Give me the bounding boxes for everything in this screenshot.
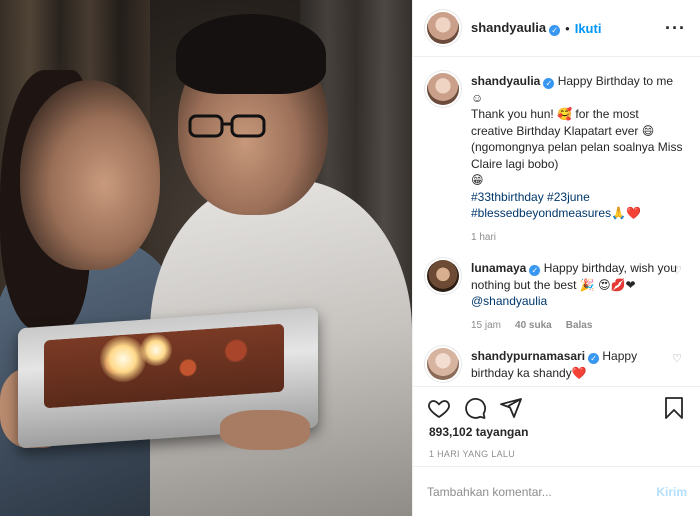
verified-badge-icon: ✓: [549, 25, 561, 36]
caption-line1: Happy Birthday to me: [557, 74, 674, 88]
separator-dot: •: [565, 20, 570, 36]
caption-meta: 1 hari: [471, 230, 683, 247]
avatar[interactable]: [427, 348, 459, 380]
avatar[interactable]: [427, 260, 459, 292]
avatar[interactable]: [427, 12, 459, 44]
caption-username[interactable]: shandyaulia: [471, 74, 540, 88]
username-link[interactable]: shandyaulia ✓: [471, 20, 561, 36]
caption: shandyaulia ✓ Happy Birthday to me ☺ Than…: [427, 73, 686, 246]
mention-link[interactable]: @shandyaulia: [471, 294, 547, 308]
comment-like-heart-icon[interactable]: ♡: [672, 352, 682, 365]
man-hands: [220, 410, 310, 450]
instagram-post: shandyaulia ✓ • Ikuti ··· shandyaulia ✓ Ha…: [0, 0, 700, 516]
candle-flame: [100, 336, 146, 382]
add-comment-bar: Kirim: [413, 466, 700, 516]
caption-line3: (ngomongnya pelan pelan soalnya Miss Cla…: [471, 140, 683, 171]
glasses: [188, 114, 266, 138]
comment-like-heart-icon[interactable]: ♡: [672, 264, 682, 277]
caption-body: shandyaulia ✓ Happy Birthday to me ☺ Than…: [471, 73, 683, 246]
post-header: shandyaulia ✓ • Ikuti ···: [413, 0, 700, 57]
emoji: ☺: [471, 90, 484, 105]
emoji: 😍💋❤: [598, 277, 636, 292]
caption-line2a: Thank you hun!: [471, 107, 554, 121]
post-photo[interactable]: [0, 0, 412, 516]
emoji: 🥰: [557, 107, 573, 121]
post-sidebar: shandyaulia ✓ • Ikuti ··· shandyaulia ✓ Ha…: [412, 0, 700, 516]
emoji: 😁: [471, 173, 484, 187]
comment-username[interactable]: lunamaya: [471, 261, 526, 275]
follow-button[interactable]: Ikuti: [575, 21, 602, 36]
comment-body: lunamaya ✓ Happy birthday, wish you nothi…: [471, 260, 683, 334]
comment-likes[interactable]: 40 suka: [515, 318, 552, 335]
send-comment-button[interactable]: Kirim: [656, 485, 687, 499]
comment-item: lunamaya ✓ Happy birthday, wish you nothi…: [427, 260, 686, 334]
hashtag-link[interactable]: #33thbirthday #23june: [471, 190, 590, 204]
verified-badge-icon: ✓: [529, 265, 541, 276]
verified-badge-icon: ✓: [543, 78, 555, 89]
emoji: ❤️: [571, 365, 587, 380]
username-text[interactable]: shandyaulia: [471, 20, 546, 35]
comments-list: shandyaulia ✓ Happy Birthday to me ☺ Than…: [413, 57, 700, 387]
verified-badge-icon: ✓: [588, 353, 600, 364]
heart-icon[interactable]: [427, 396, 451, 420]
comment-item: shandypurnamasari ✓ Happy birthday ka sha…: [427, 348, 686, 381]
comment-meta: 15 jam 40 suka Balas: [471, 318, 683, 335]
post-timestamp[interactable]: 1 HARI YANG LALU: [413, 439, 700, 459]
comment-time[interactable]: 15 jam: [471, 318, 501, 335]
comment-icon[interactable]: [463, 396, 487, 420]
hashtag-link[interactable]: #blessedbeyondmeasures: [471, 206, 611, 220]
emoji: 🙏❤️: [611, 206, 641, 220]
woman-face: [20, 80, 160, 270]
reply-button[interactable]: Balas: [566, 318, 593, 335]
action-bar: [413, 387, 700, 423]
bookmark-icon[interactable]: [662, 396, 686, 420]
avatar[interactable]: [427, 73, 459, 105]
emoji: 😄: [641, 123, 655, 138]
comment-username[interactable]: shandypurnamasari: [471, 349, 585, 363]
candle-flame: [140, 334, 172, 366]
comment-body: shandypurnamasari ✓ Happy birthday ka sha…: [471, 348, 683, 381]
view-count[interactable]: 893,102 tayangan: [413, 423, 700, 439]
man-hair: [176, 14, 326, 94]
emoji: 🎉: [579, 277, 595, 292]
share-icon[interactable]: [499, 396, 523, 420]
comment-input[interactable]: [427, 484, 657, 499]
more-dots-icon[interactable]: ···: [665, 18, 686, 39]
caption-time[interactable]: 1 hari: [471, 230, 496, 247]
